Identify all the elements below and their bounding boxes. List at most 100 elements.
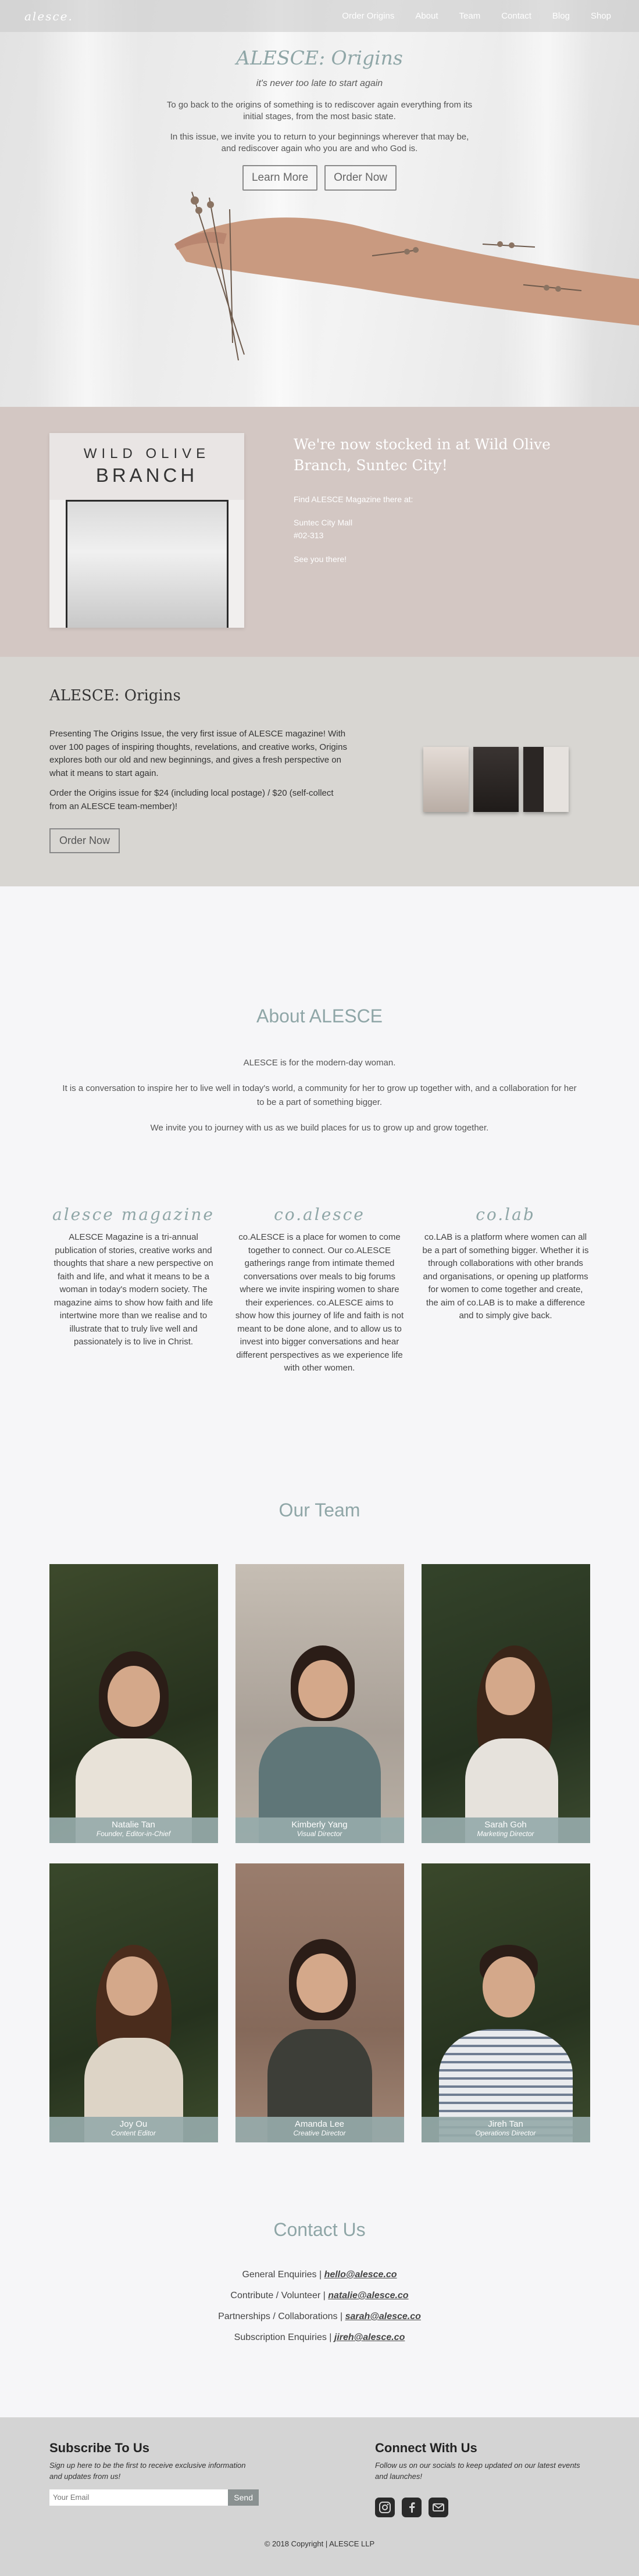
connect-title: Connect With Us: [375, 2441, 477, 2455]
store-sign-line-1: WILD OLIVE: [83, 446, 210, 461]
member-role: Marketing Director: [477, 1830, 534, 1838]
team-member-card[interactable]: Sarah Goh Marketing Director: [421, 1564, 590, 1843]
contact-label: Subscription Enquiries |: [234, 2332, 332, 2342]
hero-subtitle: it's never too late to start again: [256, 78, 383, 88]
member-face: [107, 1666, 160, 1727]
nav-link-team[interactable]: Team: [459, 11, 481, 21]
nav-link-contact[interactable]: Contact: [501, 11, 531, 21]
contact-row: General Enquiries | hello@alesce.co: [0, 2270, 639, 2280]
team-member-card[interactable]: Kimberly Yang Visual Director: [235, 1564, 404, 1843]
about-pillars: alesce magazine ALESCE Magazine is a tri…: [0, 1205, 639, 1375]
member-name: Sarah Goh: [484, 1820, 527, 1830]
hero-paragraph-2: In this issue, we invite you to return t…: [170, 131, 469, 153]
member-caption: Sarah Goh Marketing Director: [421, 1817, 590, 1843]
contact-email-link[interactable]: jireh@alesce.co: [334, 2332, 405, 2342]
email-icon[interactable]: [429, 2497, 448, 2517]
about-intro-3: We invite you to journey with us as we b…: [150, 1123, 489, 1133]
member-role: Operations Director: [475, 2129, 536, 2137]
member-name: Joy Ou: [119, 2119, 148, 2129]
subscribe-text: Sign up here to be the first to receive …: [49, 2461, 246, 2481]
pillar-title: co.lab: [476, 1205, 536, 1224]
hero-content: ALESCE: Origins it's never too late to s…: [0, 46, 639, 191]
contact-section: Contact Us General Enquiries | hello@ale…: [0, 2197, 639, 2417]
member-face: [298, 1660, 348, 1718]
contact-email-link[interactable]: hello@alesce.co: [324, 2270, 397, 2280]
stocked-address-line-1: Suntec City Mall: [294, 517, 353, 527]
origins-pricing: Order the Origins issue for $24 (includi…: [49, 788, 334, 811]
footer: Subscribe To Us Sign up here to be the f…: [0, 2417, 639, 2576]
member-caption: Jireh Tan Operations Director: [421, 2117, 590, 2142]
nav-links: Order Origins About Team Contact Blog Sh…: [342, 11, 611, 21]
subscribe-title: Subscribe To Us: [49, 2441, 149, 2455]
store-photo: WILD OLIVE BRANCH: [49, 433, 244, 628]
member-name: Kimberly Yang: [291, 1820, 348, 1830]
nav-link-about[interactable]: About: [415, 11, 438, 21]
hero-title: ALESCE: Origins: [236, 46, 403, 69]
connect-block: Connect With Us Follow us on our socials…: [375, 2441, 590, 2517]
contact-title: Contact Us: [273, 2219, 366, 2240]
magazine-preview-images: [423, 747, 569, 812]
member-role: Creative Director: [293, 2129, 346, 2137]
hero-paragraph-1: To go back to the origins of something i…: [166, 100, 473, 122]
top-nav: alesce. Order Origins About Team Contact…: [0, 0, 639, 32]
nav-link-blog[interactable]: Blog: [552, 11, 570, 21]
copyright: © 2018 Copyright | ALESCE LLP: [264, 2539, 375, 2548]
team-grid: Natalie Tan Founder, Editor-in-Chief Kim…: [0, 1564, 639, 2142]
subscribe-email-input[interactable]: [49, 2489, 229, 2506]
pillar-coalesce: co.alesce co.ALESCE is a place for women…: [235, 1205, 404, 1375]
stocked-see-you: See you there!: [294, 554, 347, 564]
store-sign: WILD OLIVE BRANCH: [49, 433, 244, 500]
magazine-page-image: [523, 747, 569, 812]
pillar-text: co.LAB is a platform where women can all…: [422, 1232, 589, 1321]
store-interior: [66, 500, 229, 628]
nav-link-order-origins[interactable]: Order Origins: [342, 11, 394, 21]
hero-section: ALESCE: Origins it's never too late to s…: [0, 0, 639, 407]
pillar-colab: co.lab co.LAB is a platform where women …: [422, 1205, 590, 1375]
team-member-card[interactable]: Joy Ou Content Editor: [49, 1863, 218, 2142]
subscribe-form: Send: [49, 2489, 259, 2506]
facebook-icon[interactable]: [402, 2497, 422, 2517]
pillar-title: co.alesce: [274, 1205, 365, 1224]
subscribe-send-button[interactable]: Send: [228, 2489, 259, 2506]
origins-description: Presenting The Origins Issue, the very f…: [49, 729, 347, 778]
about-section: About ALESCE ALESCE is for the modern-da…: [0, 886, 639, 1500]
team-member-card[interactable]: Jireh Tan Operations Director: [421, 1863, 590, 2142]
learn-more-button[interactable]: Learn More: [242, 165, 318, 191]
social-links: [375, 2497, 590, 2517]
magazine-page-image: [423, 747, 469, 812]
member-face: [482, 1956, 535, 2017]
pillar-magazine: alesce magazine ALESCE Magazine is a tri…: [49, 1205, 218, 1375]
contact-row: Partnerships / Collaborations | sarah@al…: [0, 2312, 639, 2322]
member-caption: Amanda Lee Creative Director: [235, 2117, 404, 2142]
member-caption: Joy Ou Content Editor: [49, 2117, 218, 2142]
contact-label: General Enquiries |: [242, 2270, 322, 2280]
team-member-card[interactable]: Natalie Tan Founder, Editor-in-Chief: [49, 1564, 218, 1843]
subscribe-block: Subscribe To Us Sign up here to be the f…: [49, 2441, 259, 2506]
member-name: Amanda Lee: [294, 2119, 345, 2129]
team-title: Our Team: [279, 1500, 360, 1520]
nav-link-shop[interactable]: Shop: [591, 11, 611, 21]
origins-section: ALESCE: Origins Presenting The Origins I…: [0, 657, 639, 886]
member-name: Jireh Tan: [488, 2119, 523, 2129]
stocked-address: Suntec City Mall #02-313: [294, 516, 567, 542]
stocked-text: We're now stocked in at Wild Olive Branc…: [294, 433, 567, 657]
contact-label: Partnerships / Collaborations |: [218, 2312, 343, 2321]
stocked-section: WILD OLIVE BRANCH We're now stocked in a…: [0, 407, 639, 657]
member-name: Natalie Tan: [112, 1820, 155, 1830]
about-intro-2: It is a conversation to inspire her to l…: [62, 1083, 577, 1107]
connect-text: Follow us on our socials to keep updated…: [375, 2461, 580, 2481]
stocked-find-text: Find ALESCE Magazine there at:: [294, 494, 413, 504]
store-sign-line-2: BRANCH: [95, 464, 198, 486]
member-face: [106, 1956, 158, 2016]
origins-order-now-button[interactable]: Order Now: [49, 828, 120, 853]
pillar-title: alesce magazine: [52, 1205, 215, 1224]
contact-email-link[interactable]: sarah@alesce.co: [345, 2312, 421, 2321]
instagram-icon[interactable]: [375, 2497, 395, 2517]
hero-order-now-button[interactable]: Order Now: [324, 165, 397, 191]
about-intro-1: ALESCE is for the modern-day woman.: [243, 1058, 396, 1068]
team-member-card[interactable]: Amanda Lee Creative Director: [235, 1863, 404, 2142]
site-logo[interactable]: alesce.: [24, 9, 73, 23]
team-section: Our Team Natalie Tan Founder, Editor-in-…: [0, 1500, 639, 2197]
contact-row: Contribute / Volunteer | natalie@alesce.…: [0, 2291, 639, 2301]
contact-email-link[interactable]: natalie@alesce.co: [328, 2291, 408, 2300]
